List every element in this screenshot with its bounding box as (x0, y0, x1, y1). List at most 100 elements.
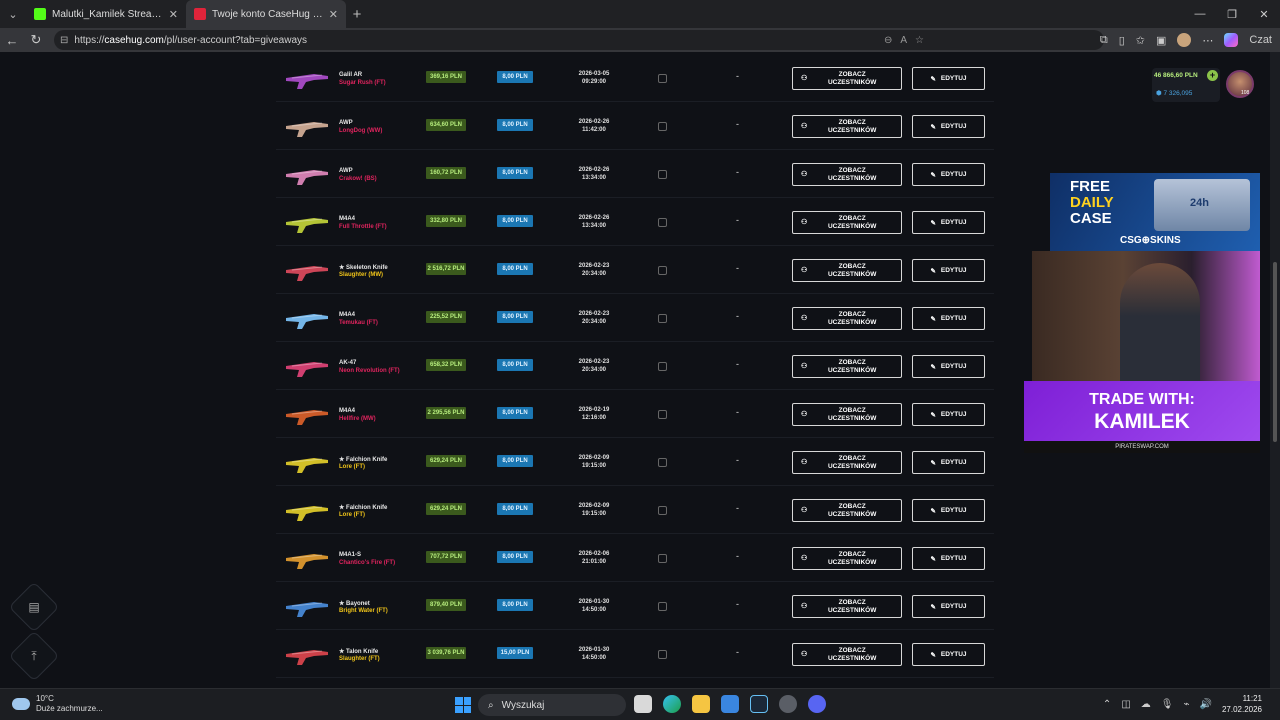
copy-icon[interactable] (658, 602, 667, 611)
close-window-icon[interactable]: ✕ (1248, 0, 1280, 28)
page-scrollbar[interactable] (1270, 52, 1280, 688)
weapon-image (286, 74, 328, 89)
users-icon: ⚇ (801, 218, 808, 226)
deposit-plus-button[interactable]: + (1207, 70, 1218, 81)
edge-icon[interactable] (663, 695, 681, 713)
tray-chevron-up-icon[interactable]: ⌃ (1103, 699, 1111, 710)
scrollbar-thumb[interactable] (1273, 262, 1277, 442)
back-arrow-icon[interactable]: ← (0, 33, 24, 48)
view-participants-button[interactable]: ⚇ ZOBACZ UCZESTNIKÓW (792, 547, 902, 570)
weather-widget[interactable]: 10°C Duże zachmurze... (12, 694, 103, 714)
entry-fee-badge: 8,00 PLN (497, 167, 533, 179)
more-menu-icon[interactable]: ⋯ (1202, 34, 1213, 47)
browser-tab-casehug[interactable]: Twoje konto CaseHug – Ekwipunek ✕ (186, 0, 346, 28)
favorite-star-icon[interactable]: ☆ (915, 35, 924, 46)
profile-avatar[interactable] (1177, 33, 1192, 47)
edit-label: EDYTUJ (940, 651, 967, 658)
copy-icon[interactable] (658, 314, 667, 323)
edit-button[interactable]: ✎ EDYTUJ (912, 355, 985, 378)
clock[interactable]: 11:21 27.02.2026 (1222, 693, 1262, 715)
view-participants-button[interactable]: ⚇ ZOBACZ UCZESTNIKÓW (792, 67, 902, 90)
browser-tab-stream[interactable]: Malutki_Kamilek Stream - Watch Li ✕ (26, 0, 186, 28)
copilot-label[interactable]: Czat (1249, 34, 1272, 46)
weapon-name: ★ Bayonet (339, 601, 370, 607)
url-field[interactable]: ⊟ https://casehug.com/pl/user-account?ta… (54, 30, 1104, 50)
view-participants-button[interactable]: ⚇ ZOBACZ UCZESTNIKÓW (792, 499, 902, 522)
view-participants-button[interactable]: ⚇ ZOBACZ UCZESTNIKÓW (792, 595, 902, 618)
tray-app-icon[interactable]: ◫ (1121, 699, 1130, 710)
close-tab-icon[interactable]: ✕ (329, 8, 338, 21)
csgoskins-ad-banner[interactable]: FREE DAILY CASE 24h CSG⊕SKINS (1050, 173, 1260, 251)
edit-button[interactable]: ✎ EDYTUJ (912, 211, 985, 234)
item-price-badge: 658,32 PLN (426, 359, 466, 371)
cloud-sync-icon[interactable]: ☁ (1141, 699, 1151, 710)
edit-button[interactable]: ✎ EDYTUJ (912, 115, 985, 138)
scroll-top-button[interactable]: ⤒ (8, 630, 60, 682)
edit-button[interactable]: ✎ EDYTUJ (912, 67, 985, 90)
copy-icon[interactable] (658, 410, 667, 419)
table-row: AWP Crakow! (BS) 160,72 PLN 8,00 PLN 2026-02… (276, 150, 994, 198)
copy-icon[interactable] (658, 362, 667, 371)
edit-label: EDYTUJ (940, 75, 967, 82)
edit-button[interactable]: ✎ EDYTUJ (912, 403, 985, 426)
copy-icon[interactable] (658, 458, 667, 467)
copy-icon[interactable] (658, 266, 667, 275)
end-datetime: 2026-02-26 11:42:00 (578, 119, 610, 133)
edit-button[interactable]: ✎ EDYTUJ (912, 163, 985, 186)
copy-icon[interactable] (658, 122, 667, 131)
skin-name: Slaughter (MW) (339, 272, 383, 278)
copy-icon[interactable] (658, 170, 667, 179)
view-participants-button[interactable]: ⚇ ZOBACZ UCZESTNIKÓW (792, 451, 902, 474)
edit-button[interactable]: ✎ EDYTUJ (912, 307, 985, 330)
task-view-icon[interactable] (634, 695, 652, 713)
windows-start-icon[interactable] (455, 697, 471, 713)
copy-icon[interactable] (658, 218, 667, 227)
read-aloud-icon[interactable]: A (900, 35, 907, 46)
collections-icon[interactable]: ▣ (1156, 34, 1166, 47)
view-participants-button[interactable]: ⚇ ZOBACZ UCZESTNIKÓW (792, 355, 902, 378)
copy-icon[interactable] (658, 554, 667, 563)
view-participants-button[interactable]: ⚇ ZOBACZ UCZESTNIKÓW (792, 115, 902, 138)
view-participants-button[interactable]: ⚇ ZOBACZ UCZESTNIKÓW (792, 163, 902, 186)
maximize-icon[interactable]: ❐ (1216, 0, 1248, 28)
edit-button[interactable]: ✎ EDYTUJ (912, 595, 985, 618)
weather-temp: 10°C (36, 694, 54, 703)
volume-icon[interactable]: 🔊 (1200, 699, 1212, 710)
extensions-icon[interactable]: ⧉ (1100, 34, 1108, 47)
trade-ad-banner[interactable]: TRADE WITH: KAMILEK PIRATESWAP.COM (1024, 381, 1260, 453)
copy-icon[interactable] (658, 74, 667, 83)
edit-button[interactable]: ✎ EDYTUJ (912, 547, 985, 570)
split-screen-icon[interactable]: ▯ (1119, 34, 1125, 47)
minimize-icon[interactable]: — (1184, 0, 1216, 28)
copy-icon[interactable] (658, 506, 667, 515)
view-participants-button[interactable]: ⚇ ZOBACZ UCZESTNIKÓW (792, 259, 902, 282)
reload-icon[interactable]: ↻ (24, 32, 48, 48)
file-explorer-icon[interactable] (692, 695, 710, 713)
steam-icon[interactable] (750, 695, 768, 713)
copy-icon[interactable] (658, 650, 667, 659)
view-participants-button[interactable]: ⚇ ZOBACZ UCZESTNIKÓW (792, 211, 902, 234)
copilot-icon[interactable] (1224, 33, 1239, 47)
edit-button[interactable]: ✎ EDYTUJ (912, 499, 985, 522)
new-tab-plus-icon[interactable]: + (346, 6, 368, 23)
close-tab-icon[interactable]: ✕ (169, 8, 178, 21)
edit-button[interactable]: ✎ EDYTUJ (912, 451, 985, 474)
user-avatar[interactable] (1226, 70, 1254, 98)
view-participants-button[interactable]: ⚇ ZOBACZ UCZESTNIKÓW (792, 307, 902, 330)
taskbar-search[interactable]: ⌕ Wyszukaj (478, 694, 626, 716)
edit-button[interactable]: ✎ EDYTUJ (912, 643, 985, 666)
discord-icon[interactable] (808, 695, 826, 713)
store-icon[interactable] (721, 695, 739, 713)
chat-button[interactable]: ▤ (8, 581, 60, 633)
view-participants-button[interactable]: ⚇ ZOBACZ UCZESTNIKÓW (792, 403, 902, 426)
view-participants-button[interactable]: ⚇ ZOBACZ UCZESTNIKÓW (792, 643, 902, 666)
favorites-icon[interactable]: ✩ (1136, 34, 1145, 47)
end-datetime: 2026-01-30 14:50:00 (578, 599, 610, 613)
site-info-icon[interactable]: ⊟ (60, 35, 68, 46)
app-icon[interactable] (779, 695, 797, 713)
microphone-icon[interactable]: 🎙 (1161, 699, 1174, 710)
edit-button[interactable]: ✎ EDYTUJ (912, 259, 985, 282)
network-icon[interactable]: ⌁ (1183, 699, 1189, 710)
tab-actions-chevron-icon[interactable]: ⌄ (0, 0, 26, 28)
zoom-icon[interactable]: ⊖ (884, 35, 892, 46)
